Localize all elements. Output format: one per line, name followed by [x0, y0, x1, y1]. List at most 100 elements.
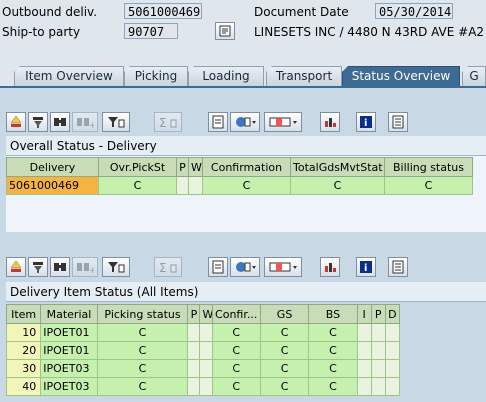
info-button[interactable]: i	[356, 257, 376, 277]
item-number[interactable]: 30	[5, 359, 42, 378]
cell	[199, 323, 213, 342]
table-row[interactable]: 20 IPOET01 C C C C	[5, 341, 401, 360]
material-cell: IPOET01	[40, 341, 98, 360]
delivery-cell[interactable]: 5061000469	[6, 176, 99, 195]
item-number[interactable]: 10	[5, 323, 42, 342]
cell	[370, 341, 386, 360]
col-billing-status[interactable]: Billing status	[384, 157, 473, 177]
cell: C	[259, 377, 310, 396]
col-confirmation[interactable]: Confir...	[211, 304, 261, 324]
filter-button[interactable]	[28, 112, 48, 132]
cell: C	[211, 323, 261, 342]
col-p2[interactable]: P	[370, 304, 386, 324]
cell: C	[98, 176, 177, 195]
col-i[interactable]: I	[356, 304, 372, 324]
svg-text:+: +	[89, 121, 94, 129]
cell: C	[211, 341, 261, 360]
total-button[interactable]: Σ	[154, 257, 182, 277]
tab-strip: Item Overview Picking Loading Transport …	[0, 64, 486, 86]
graphic-button[interactable]	[320, 257, 340, 277]
outbound-delivery-field[interactable]: 5061000469	[124, 3, 202, 19]
cell: C	[384, 176, 473, 195]
find-next-icon: +	[77, 263, 94, 274]
tab-more[interactable]: G	[462, 66, 486, 86]
select-all-icon	[392, 115, 404, 129]
col-p[interactable]: P	[176, 157, 189, 177]
document-date-label: Document Date	[254, 5, 349, 19]
filter-button[interactable]	[28, 257, 48, 277]
export-icon	[236, 117, 256, 127]
col-d[interactable]: D	[384, 304, 401, 324]
cell: C	[96, 323, 189, 342]
set-filter-button[interactable]	[102, 112, 130, 132]
overall-status-title: Overall Status - Delivery	[6, 136, 486, 156]
table-row[interactable]: 5061000469 C C C C	[6, 176, 473, 195]
cell: C	[202, 176, 291, 195]
export-button[interactable]	[230, 257, 260, 277]
item-status-title: Delivery Item Status (All Items)	[6, 282, 486, 302]
print-preview-button[interactable]	[208, 257, 228, 277]
details-button[interactable]	[6, 257, 26, 277]
cell: C	[290, 176, 385, 195]
col-item[interactable]: Item	[5, 304, 42, 324]
filter-icon	[33, 262, 43, 273]
find-next-button[interactable]: +	[72, 112, 98, 132]
print-preview-button[interactable]	[208, 112, 228, 132]
set-filter-icon	[108, 262, 125, 273]
col-picking-status[interactable]: Picking status	[96, 304, 189, 324]
ship-to-party-field[interactable]: 90707	[124, 23, 178, 39]
select-all-button[interactable]	[388, 257, 408, 277]
tab-transport[interactable]: Transport	[266, 66, 342, 86]
tab-item-overview[interactable]: Item Overview	[14, 66, 124, 86]
table-row[interactable]: 10 IPOET01 C C C C	[5, 323, 401, 342]
col-bs[interactable]: BS	[308, 304, 358, 324]
cell	[370, 377, 386, 396]
find-button[interactable]	[50, 257, 70, 277]
tab-status-overview[interactable]: Status Overview	[342, 66, 460, 86]
table-row[interactable]: 30 IPOET03 C C C C	[5, 359, 401, 378]
item-number[interactable]: 20	[5, 341, 42, 360]
cell: C	[308, 323, 358, 342]
tab-loading[interactable]: Loading	[188, 66, 264, 86]
svg-text:i: i	[364, 118, 367, 129]
cell	[356, 323, 372, 342]
details-button[interactable]	[6, 112, 26, 132]
graphic-button[interactable]	[320, 112, 340, 132]
col-p[interactable]: P	[187, 304, 201, 324]
ship-to-description: LINESETS INC / 4480 N 43RD AVE #A2 / P	[254, 25, 486, 39]
col-w[interactable]: W	[199, 304, 213, 324]
select-all-button[interactable]	[388, 112, 408, 132]
material-cell: IPOET03	[40, 359, 98, 378]
item-number[interactable]: 40	[5, 377, 42, 396]
set-filter-button[interactable]	[102, 257, 130, 277]
cell	[187, 323, 201, 342]
export-icon	[236, 262, 256, 272]
cell	[199, 341, 213, 360]
col-delivery[interactable]: Delivery	[6, 157, 99, 177]
col-material[interactable]: Material	[40, 304, 98, 324]
address-button[interactable]	[215, 22, 235, 40]
document-date-field[interactable]: 05/30/2014	[375, 3, 453, 19]
col-ovr-pickst[interactable]: Ovr.PickSt	[98, 157, 177, 177]
change-layout-button[interactable]	[264, 112, 302, 132]
overall-toolbar: + Σ i	[6, 110, 486, 134]
total-button[interactable]: Σ	[154, 112, 182, 132]
change-layout-button[interactable]	[264, 257, 302, 277]
col-total-gds-mvt-stat[interactable]: TotalGdsMvtStat	[290, 157, 385, 177]
col-confirmation[interactable]: Confirmation	[202, 157, 291, 177]
select-all-icon	[392, 260, 404, 274]
find-next-button[interactable]: +	[72, 257, 98, 277]
cell	[199, 377, 213, 396]
export-button[interactable]	[230, 112, 260, 132]
find-button[interactable]	[50, 112, 70, 132]
cell	[356, 377, 372, 396]
info-button[interactable]: i	[356, 112, 376, 132]
col-w[interactable]: W	[188, 157, 203, 177]
col-gs[interactable]: GS	[259, 304, 310, 324]
cell: C	[308, 377, 358, 396]
graphic-icon	[325, 263, 336, 272]
tab-picking[interactable]: Picking	[124, 66, 188, 86]
info-icon: i	[360, 116, 372, 129]
details-icon	[10, 260, 22, 272]
table-row[interactable]: 40 IPOET03 C C C C	[5, 377, 401, 396]
